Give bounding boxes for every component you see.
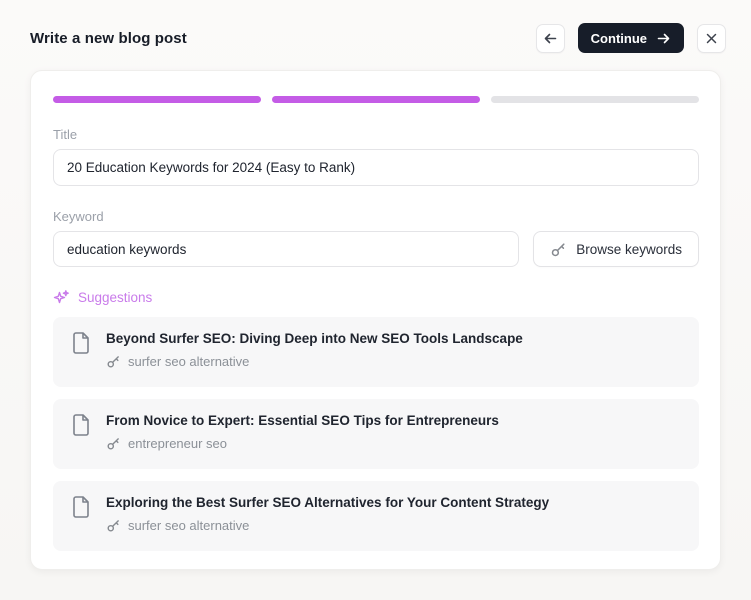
suggestion-title: Exploring the Best Surfer SEO Alternativ… <box>106 495 550 510</box>
progress-segment-1 <box>53 96 261 103</box>
browse-keywords-button[interactable]: Browse keywords <box>533 231 699 267</box>
header-actions: Continue <box>535 23 726 53</box>
close-icon <box>705 32 718 45</box>
continue-button-label: Continue <box>590 30 647 46</box>
keyword-input[interactable] <box>53 231 520 267</box>
suggestion-item[interactable]: From Novice to Expert: Essential SEO Tip… <box>53 399 699 469</box>
arrow-right-icon <box>656 31 671 46</box>
suggestion-item[interactable]: Exploring the Best Surfer SEO Alternativ… <box>53 481 699 551</box>
progress-segment-3 <box>491 96 699 103</box>
key-icon <box>106 436 121 451</box>
document-icon <box>71 413 91 442</box>
continue-button[interactable]: Continue <box>577 23 684 53</box>
progress-bar <box>53 96 699 103</box>
suggestion-list: Beyond Surfer SEO: Diving Deep into New … <box>53 317 699 551</box>
browse-keywords-label: Browse keywords <box>576 241 682 257</box>
suggestion-keyword-row: surfer seo alternative <box>106 354 523 369</box>
progress-segment-2 <box>272 96 480 103</box>
suggestion-keyword: surfer seo alternative <box>128 354 250 370</box>
suggestion-keyword: entrepreneur seo <box>128 436 228 452</box>
arrow-left-icon <box>543 31 558 46</box>
close-button[interactable] <box>697 23 726 53</box>
document-icon <box>71 495 91 524</box>
key-icon <box>550 241 567 258</box>
suggestion-item[interactable]: Beyond Surfer SEO: Diving Deep into New … <box>53 317 699 387</box>
keyword-field-label: Keyword <box>53 209 104 224</box>
keyword-row: Browse keywords <box>53 231 699 267</box>
title-input[interactable] <box>53 149 699 186</box>
blog-post-card: Title Keyword Browse keywords Suggestion… <box>30 70 721 570</box>
page-title: Write a new blog post <box>30 29 187 47</box>
suggestion-keyword-row: entrepreneur seo <box>106 436 499 451</box>
key-icon <box>106 518 121 533</box>
suggestion-title: Beyond Surfer SEO: Diving Deep into New … <box>106 331 523 346</box>
suggestion-keyword: surfer seo alternative <box>128 518 250 534</box>
dialog-header: Write a new blog post Continue <box>30 22 726 54</box>
sparkles-icon <box>53 289 70 306</box>
key-icon <box>106 354 121 369</box>
document-icon <box>71 331 91 360</box>
title-field-label: Title <box>53 127 78 142</box>
suggestion-keyword-row: surfer seo alternative <box>106 518 549 533</box>
suggestion-title: From Novice to Expert: Essential SEO Tip… <box>106 413 499 428</box>
suggestions-heading-label: Suggestions <box>78 290 153 305</box>
suggestions-heading: Suggestions <box>53 289 699 306</box>
back-button[interactable] <box>535 23 565 53</box>
